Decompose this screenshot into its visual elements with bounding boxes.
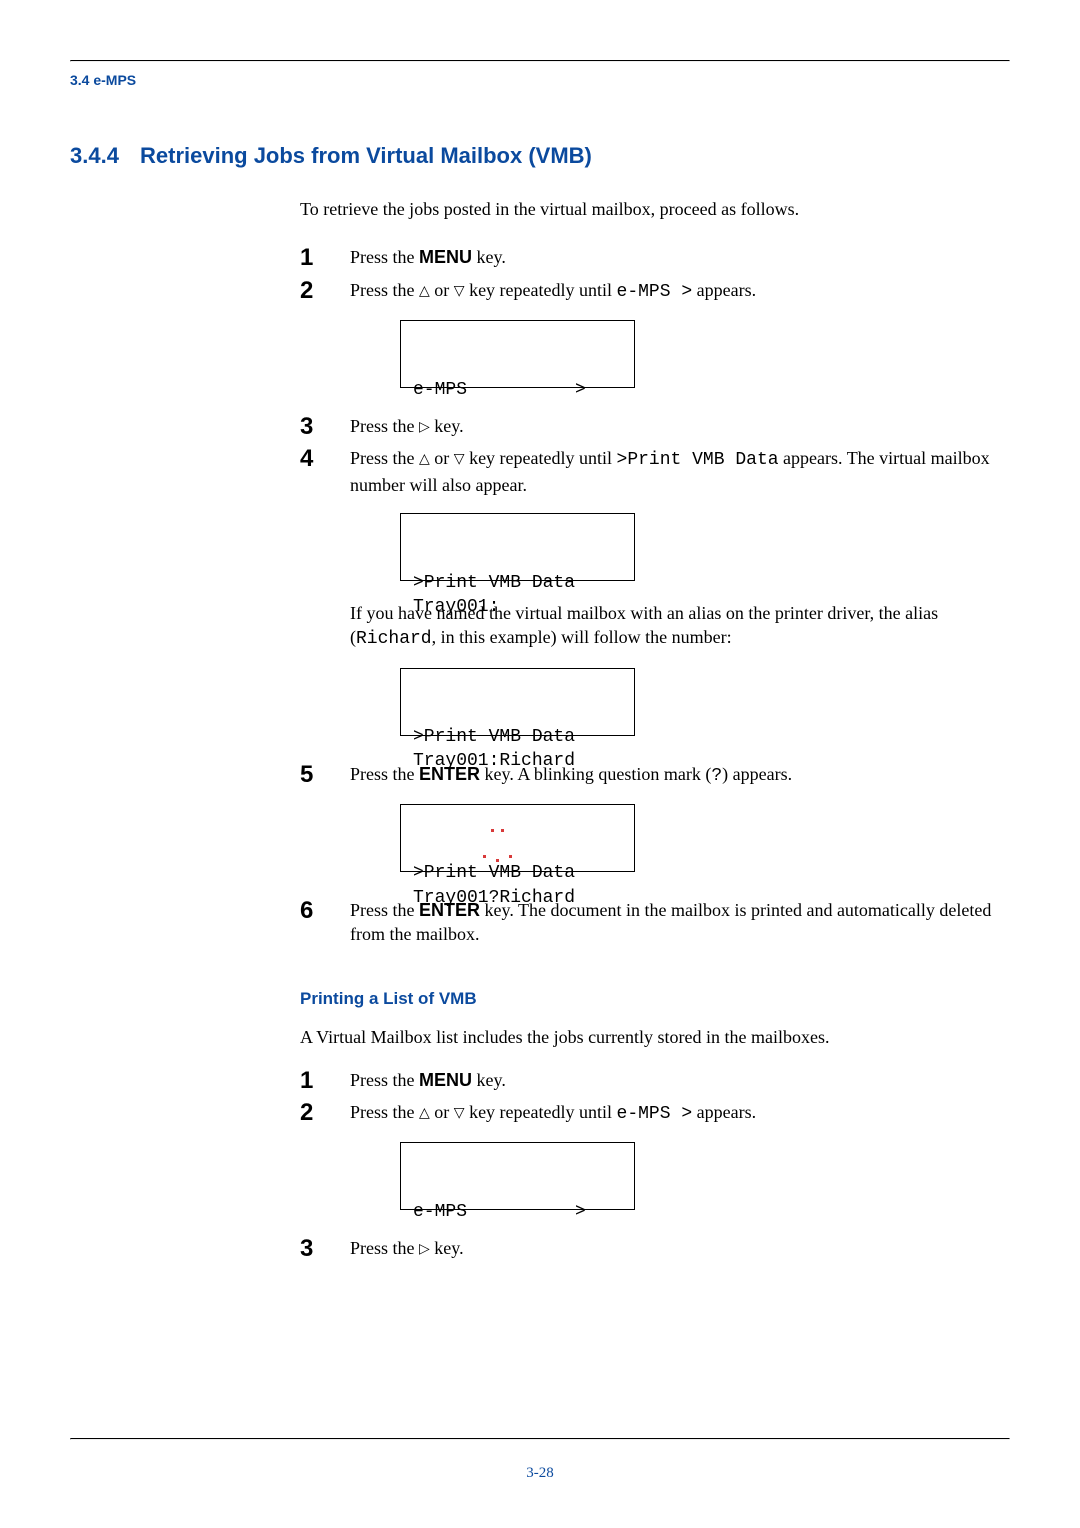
text: key repeatedly until bbox=[465, 280, 617, 300]
lcd-line-2: Tray001:Richard bbox=[413, 749, 622, 773]
step-text: Press the △ or ▽ key repeatedly until e-… bbox=[350, 1100, 1010, 1230]
subsection-heading: Printing a List of VMB bbox=[300, 988, 1010, 1011]
lcd-line-1: >Print VMB Data bbox=[413, 571, 622, 595]
section-number: 3.4.4 bbox=[70, 143, 140, 169]
text: Press the bbox=[350, 280, 419, 300]
intro-text: To retrieve the jobs posted in the virtu… bbox=[300, 197, 1010, 221]
down-icon: ▽ bbox=[454, 1104, 465, 1120]
step-text: Press the MENU key. bbox=[350, 245, 1010, 269]
running-header: 3.4 e-MPS bbox=[70, 72, 1010, 88]
step-4: 4 Press the △ or ▽ key repeatedly until … bbox=[300, 446, 1010, 755]
code: >Print VMB Data bbox=[617, 450, 779, 470]
blink-indicator-icon bbox=[496, 859, 499, 862]
text: Press the bbox=[350, 1070, 419, 1090]
step-number: 6 bbox=[300, 898, 350, 924]
text: key. bbox=[472, 247, 506, 267]
sub-step-1: 1 Press the MENU key. bbox=[300, 1068, 1010, 1094]
text: Press the bbox=[350, 247, 419, 267]
text: Press the bbox=[350, 900, 419, 920]
step-number: 2 bbox=[300, 278, 350, 304]
sub-step-2: 2 Press the △ or ▽ key repeatedly until … bbox=[300, 1100, 1010, 1230]
blink-indicator-icon bbox=[509, 855, 512, 858]
sub-step-3: 3 Press the ▷ key. bbox=[300, 1236, 1010, 1262]
lcd-display: >Print VMB DataTray001:Richard bbox=[400, 668, 635, 736]
step-number: 2 bbox=[300, 1100, 350, 1126]
text: ) appears. bbox=[722, 764, 792, 784]
text: key repeatedly until bbox=[465, 448, 617, 468]
lcd-display: >Print VMB DataTray001: bbox=[400, 513, 635, 581]
code: e-MPS > bbox=[617, 1104, 693, 1124]
text: Press the bbox=[350, 416, 419, 436]
step-1: 1 Press the MENU key. bbox=[300, 245, 1010, 271]
up-icon: △ bbox=[419, 450, 430, 466]
lcd-line-1: >Print VMB Data bbox=[413, 861, 622, 885]
down-icon: ▽ bbox=[454, 282, 465, 298]
lcd-line-2: Tray001?Richard bbox=[413, 886, 622, 910]
text: appears. bbox=[692, 280, 756, 300]
lcd-line-2: Tray001: bbox=[413, 595, 622, 619]
lcd-line-1: >Print VMB Data bbox=[413, 725, 622, 749]
lcd-line-1: e-MPS > bbox=[413, 378, 622, 402]
lcd-display: e-MPS > bbox=[400, 320, 635, 388]
page: 3.4 e-MPS 3.4.4Retrieving Jobs from Virt… bbox=[0, 0, 1080, 1528]
up-icon: △ bbox=[419, 1104, 430, 1120]
blink-indicator-icon bbox=[491, 829, 494, 832]
bottom-rule bbox=[70, 1438, 1010, 1440]
step-number: 3 bbox=[300, 1236, 350, 1262]
step-6: 6 Press the ENTER key. The document in t… bbox=[300, 898, 1010, 947]
subsection-intro: A Virtual Mailbox list includes the jobs… bbox=[300, 1025, 1010, 1049]
step-number: 1 bbox=[300, 1068, 350, 1094]
blink-indicator-icon bbox=[501, 829, 504, 832]
text: key repeatedly until bbox=[465, 1102, 617, 1122]
lcd-line-1: e-MPS > bbox=[413, 1200, 622, 1224]
step-3: 3 Press the ▷ key. bbox=[300, 414, 1010, 440]
text: Press the bbox=[350, 1102, 419, 1122]
page-number: 3-28 bbox=[0, 1465, 1080, 1482]
text: Press the bbox=[350, 448, 419, 468]
down-icon: ▽ bbox=[454, 450, 465, 466]
top-rule bbox=[70, 60, 1010, 62]
subsection: Printing a List of VMB A Virtual Mailbox… bbox=[300, 988, 1010, 1049]
step-number: 1 bbox=[300, 245, 350, 271]
blink-indicator-icon bbox=[483, 855, 486, 858]
lcd-display-blinking: >Print VMB DataTray001?Richard bbox=[400, 804, 635, 872]
text: Press the bbox=[350, 1238, 419, 1258]
menu-key: MENU bbox=[419, 247, 472, 267]
section-title: Retrieving Jobs from Virtual Mailbox (VM… bbox=[140, 143, 592, 168]
section-heading: 3.4.4Retrieving Jobs from Virtual Mailbo… bbox=[70, 143, 1010, 169]
code: ? bbox=[711, 766, 722, 786]
step-5: 5 Press the ENTER key. A blinking questi… bbox=[300, 762, 1010, 892]
text: appears. bbox=[692, 1102, 756, 1122]
step-number: 5 bbox=[300, 762, 350, 788]
code: e-MPS > bbox=[617, 282, 693, 302]
step-text: Press the △ or ▽ key repeatedly until e-… bbox=[350, 278, 1010, 408]
up-icon: △ bbox=[419, 282, 430, 298]
step-number: 3 bbox=[300, 414, 350, 440]
step-text: Press the △ or ▽ key repeatedly until >P… bbox=[350, 446, 1010, 755]
text: Press the bbox=[350, 764, 419, 784]
step-number: 4 bbox=[300, 446, 350, 472]
step-2: 2 Press the △ or ▽ key repeatedly until … bbox=[300, 278, 1010, 408]
lcd-display: e-MPS > bbox=[400, 1142, 635, 1210]
